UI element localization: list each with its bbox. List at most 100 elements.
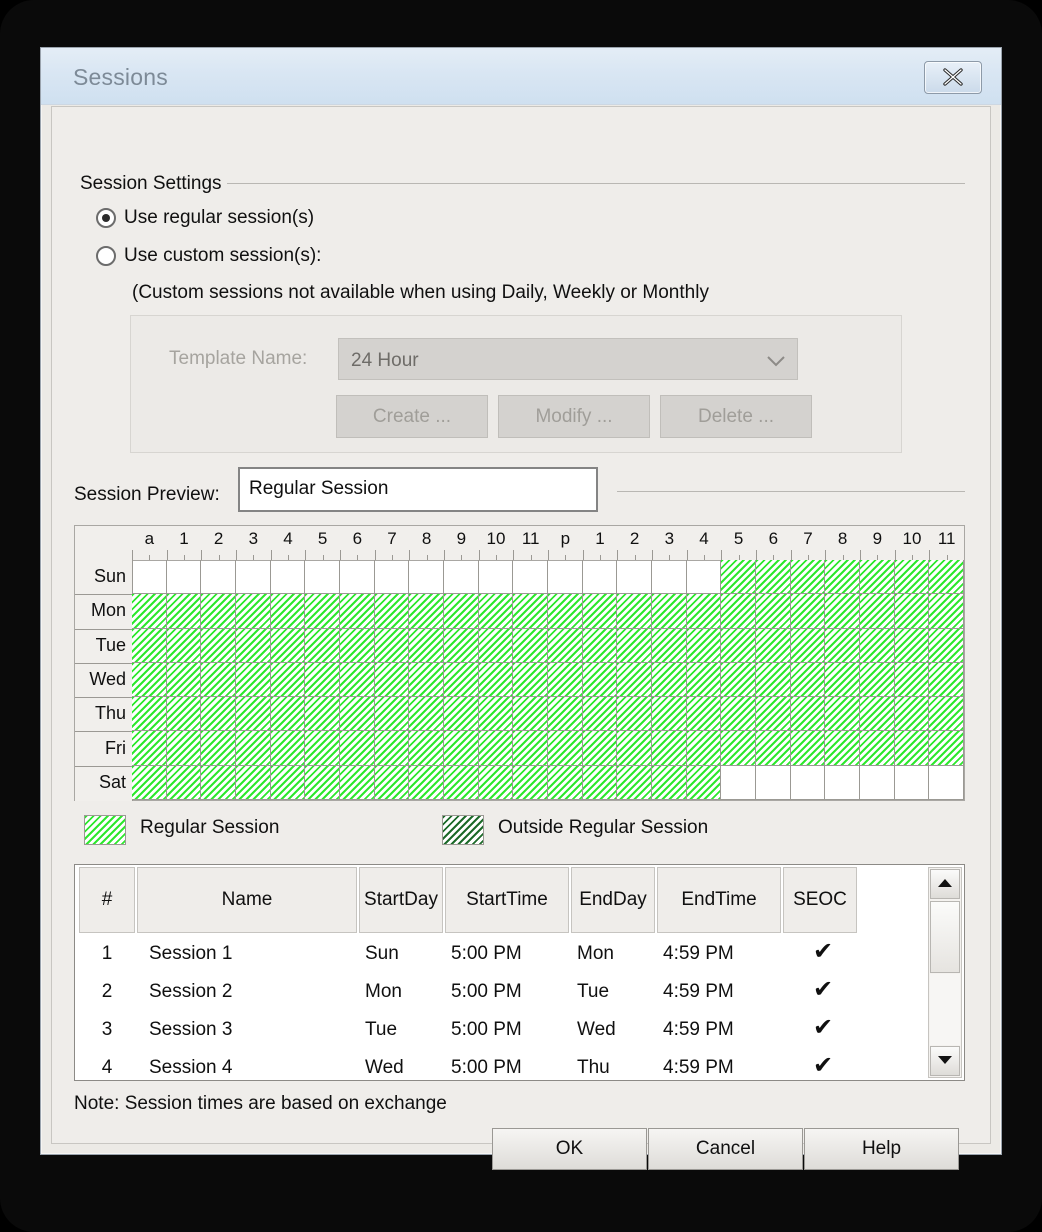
schedule-cell[interactable]: [236, 697, 271, 732]
schedule-row[interactable]: [132, 697, 964, 732]
schedule-cell[interactable]: [166, 628, 202, 663]
schedule-cell[interactable]: [652, 594, 687, 629]
schedule-cell[interactable]: [825, 731, 860, 766]
scroll-down-button[interactable]: [930, 1046, 960, 1076]
schedule-cell[interactable]: [201, 594, 236, 629]
schedule-cell[interactable]: [340, 594, 375, 629]
schedule-cell[interactable]: [583, 560, 618, 595]
schedule-cell[interactable]: [166, 594, 202, 629]
schedule-cell[interactable]: [305, 594, 340, 629]
schedule-cell[interactable]: [305, 628, 340, 663]
schedule-cell[interactable]: [270, 697, 306, 732]
schedule-cell[interactable]: [409, 697, 444, 732]
schedule-cell[interactable]: [860, 697, 895, 732]
table-header-end-day[interactable]: End Day: [571, 867, 655, 933]
schedule-cell[interactable]: [375, 560, 410, 595]
schedule-cell[interactable]: [374, 697, 410, 732]
schedule-cell[interactable]: [860, 731, 895, 766]
schedule-cell[interactable]: [652, 662, 687, 698]
schedule-cell[interactable]: [374, 731, 410, 766]
radio-regular-indicator[interactable]: [96, 208, 116, 228]
close-button[interactable]: [924, 61, 982, 94]
schedule-cell[interactable]: [721, 731, 756, 766]
schedule-cell[interactable]: [132, 628, 167, 663]
schedule-cell[interactable]: [548, 765, 583, 800]
schedule-cell[interactable]: [617, 594, 652, 629]
schedule-cell[interactable]: [201, 765, 236, 800]
schedule-cell[interactable]: [894, 560, 930, 595]
schedule-cell[interactable]: [166, 662, 202, 698]
radio-use-custom-sessions[interactable]: Use custom session(s):: [96, 245, 321, 267]
schedule-cell[interactable]: [340, 560, 375, 595]
schedule-cell[interactable]: [478, 697, 514, 732]
schedule-cell[interactable]: [374, 765, 410, 800]
schedule-cell[interactable]: [686, 662, 722, 698]
table-header-end-time[interactable]: End Time: [657, 867, 781, 933]
schedule-cell[interactable]: [166, 731, 202, 766]
schedule-cell[interactable]: [236, 765, 271, 800]
schedule-cell[interactable]: [201, 697, 236, 732]
table-header-number[interactable]: #: [79, 867, 135, 933]
schedule-cell[interactable]: [270, 765, 306, 800]
schedule-cell[interactable]: [513, 731, 548, 766]
schedule-cell[interactable]: [582, 662, 618, 698]
schedule-cell[interactable]: [478, 731, 514, 766]
schedule-cell[interactable]: [201, 662, 236, 698]
schedule-cell[interactable]: [721, 765, 756, 800]
schedule-cell[interactable]: [340, 765, 375, 800]
schedule-cell[interactable]: [929, 594, 964, 629]
schedule-cell[interactable]: [894, 594, 930, 629]
help-button[interactable]: Help: [804, 1128, 959, 1170]
schedule-cell[interactable]: [756, 731, 791, 766]
schedule-row[interactable]: [132, 731, 964, 766]
schedule-cell[interactable]: [305, 662, 340, 698]
session-schedule-grid[interactable]: a 1 2 3 4 5 6 7 8 9 10 11 p 1 2 3 4 5 6 7 8 9 10 11 Sun Mon Tue We…: [74, 525, 965, 801]
schedule-cell[interactable]: [479, 560, 514, 595]
create-template-button[interactable]: Create ...: [336, 395, 488, 438]
table-header-seoc[interactable]: SEOC: [783, 867, 857, 933]
schedule-cell[interactable]: [409, 560, 444, 595]
schedule-cell[interactable]: [825, 765, 860, 800]
schedule-row[interactable]: [132, 594, 964, 629]
schedule-cell[interactable]: [929, 731, 964, 766]
schedule-cell[interactable]: [132, 731, 167, 766]
schedule-cell[interactable]: [790, 628, 826, 663]
sessions-table[interactable]: # Name Start Day Start Time End Day End Time SEOC 1…: [74, 864, 965, 1081]
schedule-cell[interactable]: [860, 628, 895, 663]
schedule-cell[interactable]: [790, 594, 826, 629]
schedule-cell[interactable]: [166, 697, 202, 732]
table-header-start-time[interactable]: Start Time: [445, 867, 569, 933]
table-header-name[interactable]: Name: [137, 867, 357, 933]
schedule-cell[interactable]: [409, 628, 444, 663]
schedule-cell[interactable]: [617, 765, 652, 800]
schedule-cell[interactable]: [340, 731, 375, 766]
schedule-cell[interactable]: [548, 731, 583, 766]
schedule-cell[interactable]: [652, 560, 687, 595]
schedule-cell[interactable]: [201, 731, 236, 766]
schedule-cell[interactable]: [686, 628, 722, 663]
schedule-cell[interactable]: [409, 594, 444, 629]
schedule-cell[interactable]: [340, 662, 375, 698]
schedule-cell[interactable]: [132, 662, 167, 698]
cancel-button[interactable]: Cancel: [648, 1128, 803, 1170]
schedule-cell[interactable]: [825, 594, 860, 629]
schedule-cell[interactable]: [305, 560, 340, 595]
schedule-cell[interactable]: [132, 560, 167, 595]
schedule-cell[interactable]: [860, 594, 895, 629]
schedule-cell[interactable]: [409, 765, 444, 800]
schedule-cell[interactable]: [929, 765, 964, 800]
schedule-cell[interactable]: [825, 560, 860, 595]
schedule-cell[interactable]: [305, 697, 340, 732]
schedule-cell[interactable]: [340, 628, 375, 663]
schedule-cell[interactable]: [721, 560, 756, 595]
schedule-cell[interactable]: [790, 697, 826, 732]
schedule-cell[interactable]: [236, 594, 271, 629]
scrollbar-track[interactable]: [930, 974, 960, 1045]
schedule-row[interactable]: [132, 765, 964, 800]
schedule-cell[interactable]: [652, 628, 687, 663]
schedule-cell[interactable]: [236, 560, 271, 595]
schedule-cell[interactable]: [374, 628, 410, 663]
schedule-cell[interactable]: [825, 662, 860, 698]
schedule-cell[interactable]: [756, 560, 791, 595]
schedule-cell[interactable]: [582, 697, 618, 732]
